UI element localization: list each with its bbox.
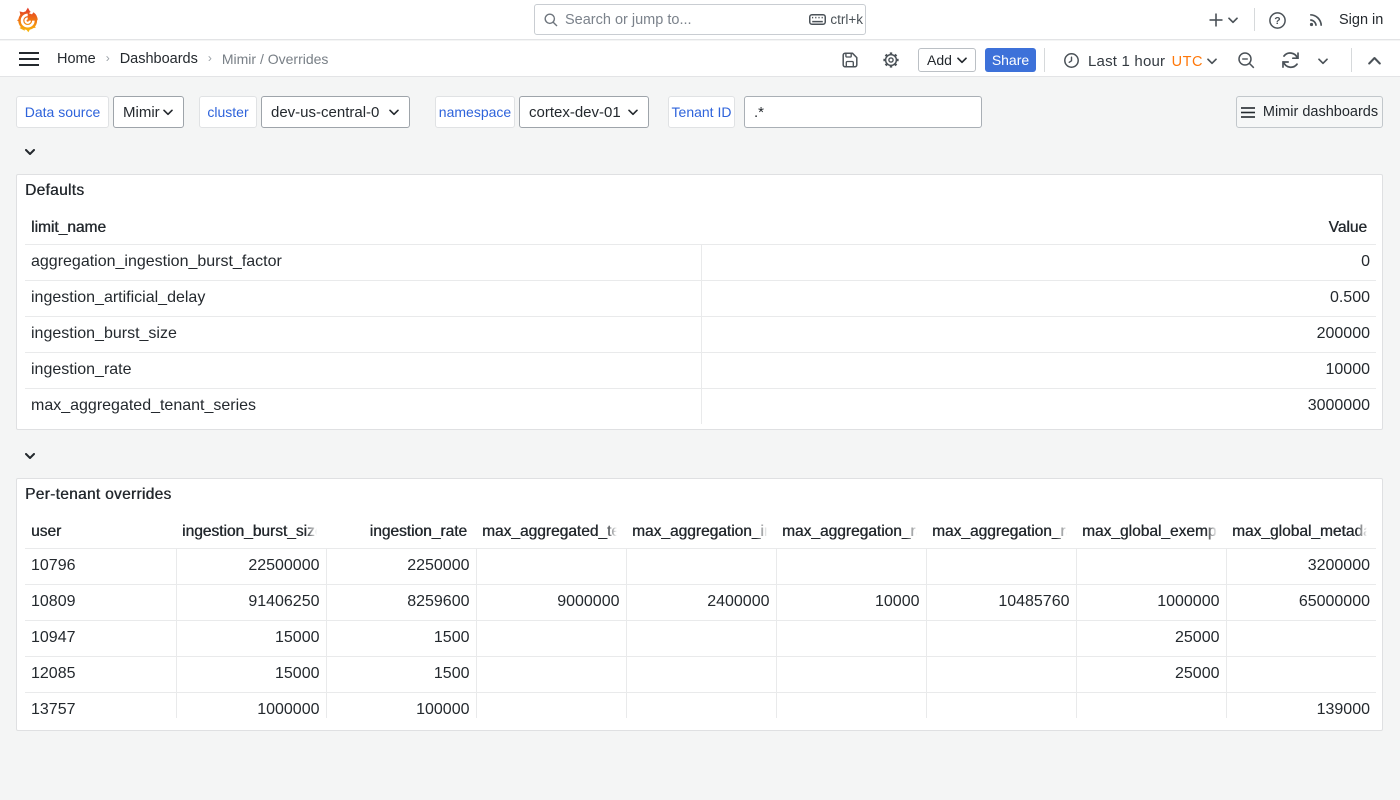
svg-text:?: ? [1274, 15, 1280, 27]
